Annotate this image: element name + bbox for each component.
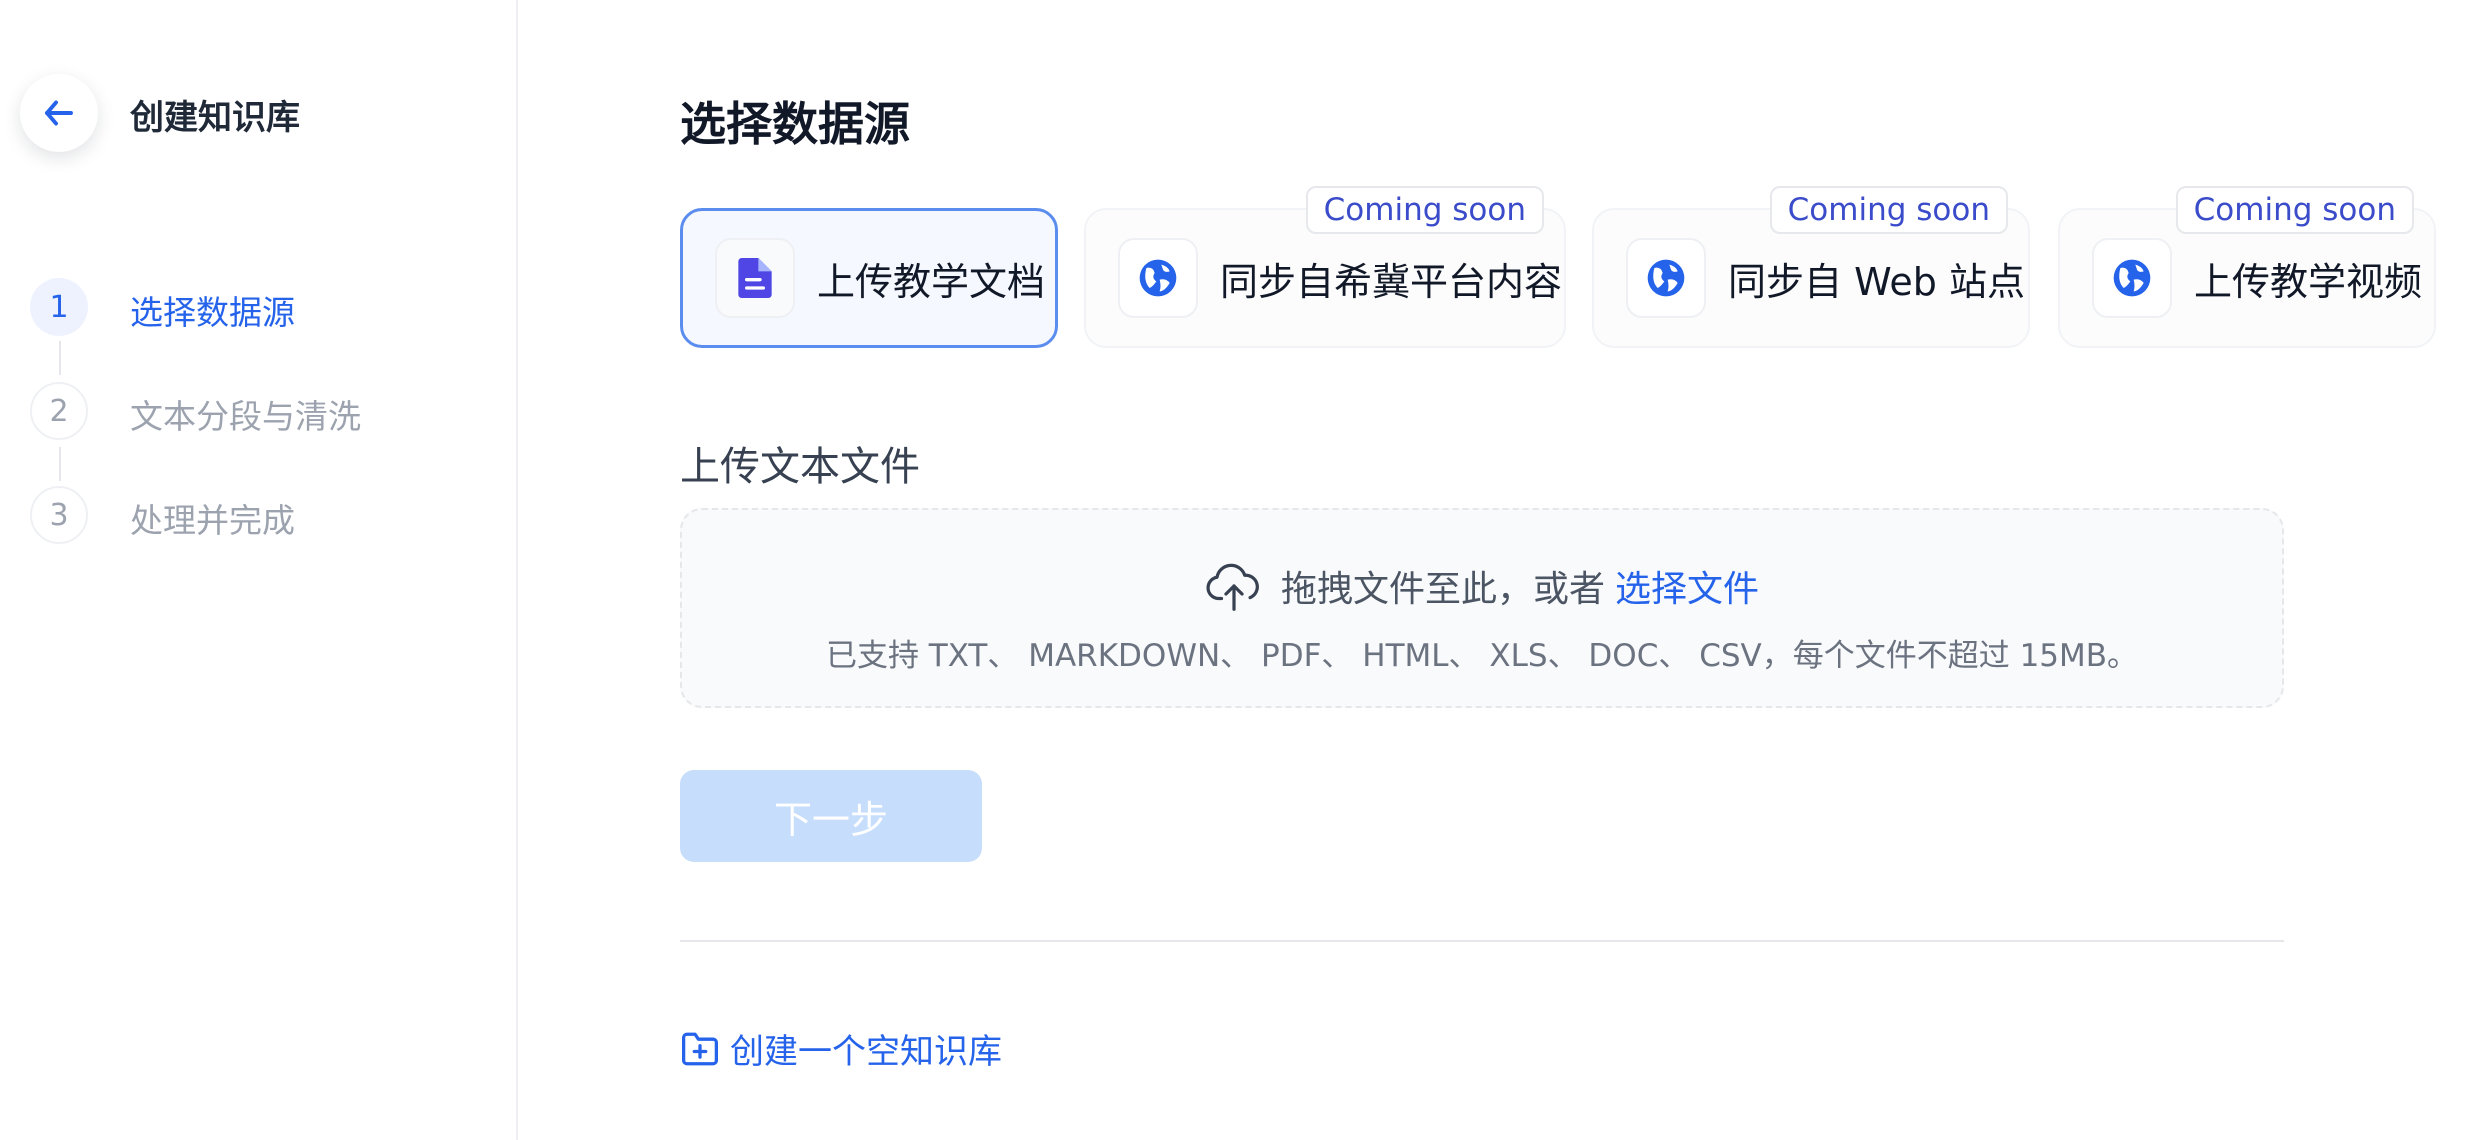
- step-connector: [59, 447, 61, 481]
- sidebar-title: 创建知识库: [130, 98, 300, 138]
- upload-section-title: 上传文本文件: [680, 444, 920, 490]
- globe-icon: [2113, 259, 2151, 297]
- source-card-sync-platform[interactable]: 同步自希冀平台内容 Coming soon: [1084, 186, 1566, 348]
- card-icon-box: [1118, 238, 1198, 318]
- step-1-label: 选择数据源: [130, 293, 295, 332]
- source-card-label: 同步自 Web 站点: [1728, 259, 2026, 304]
- card-icon-box: [2092, 238, 2172, 318]
- create-empty-knowledge-base-link[interactable]: 创建一个空知识库: [680, 1024, 1002, 1073]
- cloud-upload-icon: [1206, 563, 1259, 611]
- folder-add-icon: [682, 1032, 718, 1065]
- coming-soon-badge: Coming soon: [1769, 186, 2008, 234]
- divider: [680, 940, 2284, 942]
- next-step-button[interactable]: 下一步: [680, 770, 982, 862]
- coming-soon-badge: Coming soon: [2175, 186, 2414, 234]
- step-1-indicator: 1: [30, 278, 88, 336]
- card-icon-box: [1626, 238, 1706, 318]
- dropzone-drag-text: 拖拽文件至此，或者: [1280, 569, 1605, 610]
- document-icon: [738, 258, 772, 298]
- source-card-upload-video[interactable]: 上传教学视频 Coming soon: [2058, 186, 2436, 348]
- globe-icon: [1139, 259, 1177, 297]
- step-connector: [59, 341, 61, 375]
- dropzone-prompt: 拖拽文件至此，或者 选择文件: [682, 560, 2282, 612]
- step-3-indicator: 3: [30, 486, 88, 544]
- back-button[interactable]: [20, 74, 98, 152]
- sidebar: 创建知识库 1 选择数据源 2 文本分段与清洗 3 处理并完成: [0, 0, 518, 1140]
- source-card-sync-web[interactable]: 同步自 Web 站点 Coming soon: [1592, 186, 2030, 348]
- step-3-label: 处理并完成: [130, 501, 295, 540]
- create-empty-label: 创建一个空知识库: [730, 1032, 1002, 1072]
- page-title: 选择数据源: [680, 97, 910, 151]
- source-card-label: 上传教学文档: [817, 259, 1046, 304]
- card-icon-box: [715, 238, 795, 318]
- arrow-left-icon: [45, 100, 73, 126]
- coming-soon-badge: Coming soon: [1305, 186, 1544, 234]
- select-file-link[interactable]: 选择文件: [1615, 560, 1759, 612]
- supported-formats-text: 已支持 TXT、 MARKDOWN、 PDF、 HTML、 XLS、 DOC、 …: [825, 638, 2139, 674]
- step-2-label: 文本分段与清洗: [130, 397, 361, 436]
- source-card-label: 同步自希冀平台内容: [1220, 259, 1563, 304]
- step-2-indicator: 2: [30, 382, 88, 440]
- file-dropzone[interactable]: 拖拽文件至此，或者 选择文件 已支持 TXT、 MARKDOWN、 PDF、 H…: [680, 508, 2284, 708]
- source-card-upload-docs[interactable]: 上传教学文档: [680, 208, 1058, 348]
- globe-icon: [1647, 259, 1685, 297]
- source-card-label: 上传教学视频: [2194, 259, 2423, 304]
